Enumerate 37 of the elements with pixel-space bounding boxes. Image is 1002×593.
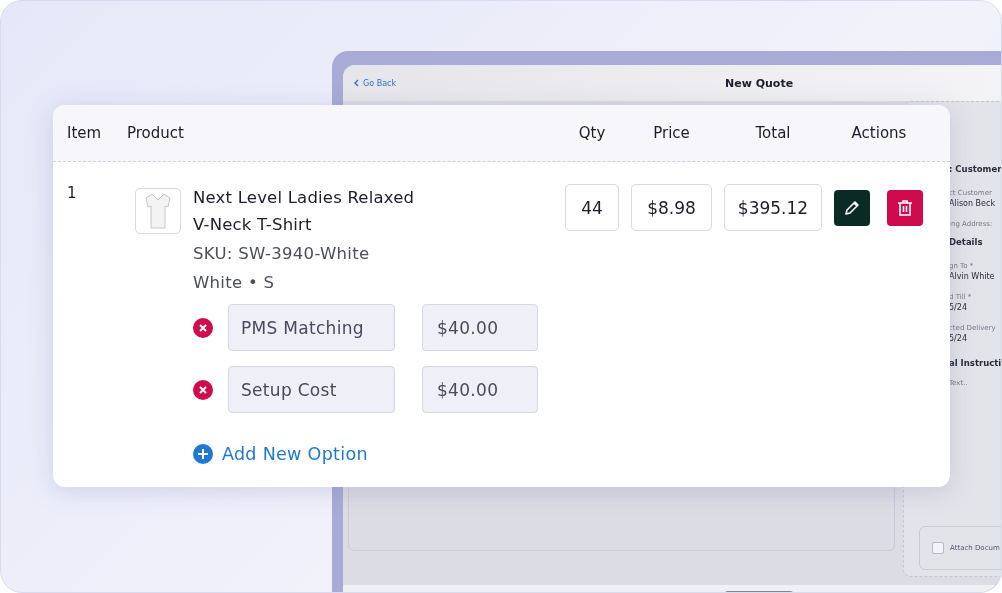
total-field: $395.12 — [724, 184, 822, 231]
plus-circle-icon — [193, 444, 213, 464]
remove-option-button[interactable] — [193, 317, 213, 338]
column-header: Price — [652, 124, 691, 142]
column-header: Item — [67, 124, 103, 142]
t-shirt-icon — [145, 192, 171, 230]
price-field[interactable]: $8.98 — [631, 184, 712, 231]
section-heading: Details — [949, 237, 984, 247]
quantity-field[interactable]: 44 — [565, 184, 619, 231]
page-title: New Quote — [725, 76, 794, 90]
column-header: Total — [754, 124, 792, 142]
column-header: Qty — [577, 124, 607, 142]
section-heading: : Customer — [949, 164, 1001, 174]
option-name-field[interactable]: PMS Matching — [228, 304, 395, 351]
product-variant: White • S — [193, 273, 276, 292]
delete-button[interactable] — [887, 190, 923, 226]
column-header: Product — [127, 124, 185, 142]
option-price-field[interactable]: $40.00 — [422, 304, 538, 351]
remove-option-button[interactable] — [193, 379, 213, 400]
option-price-field[interactable]: $40.00 — [422, 366, 538, 413]
product-sku: SKU: SW-3940-White — [193, 244, 371, 263]
trash-icon — [895, 198, 915, 218]
section-heading: al Instructi — [949, 358, 1001, 368]
item-number: 1 — [67, 184, 78, 204]
edit-button[interactable] — [834, 190, 870, 226]
chevron-left-icon — [353, 79, 359, 87]
checkbox[interactable] — [932, 542, 944, 554]
back-link[interactable]: Go Back — [353, 78, 397, 88]
add-option-link[interactable]: Add New Option — [193, 444, 553, 464]
pencil-icon — [842, 198, 862, 218]
product-name: Next Level Ladies Relaxed V-Neck T-Shirt — [193, 187, 416, 236]
field-value: Alvin White — [949, 272, 996, 281]
option-name-field[interactable]: Setup Cost — [228, 366, 395, 413]
field-value: 5/24 — [949, 334, 968, 343]
field-value: 5/24 — [949, 303, 968, 312]
column-header: Actions — [850, 124, 908, 142]
field-value: Alison Beck — [949, 199, 997, 208]
